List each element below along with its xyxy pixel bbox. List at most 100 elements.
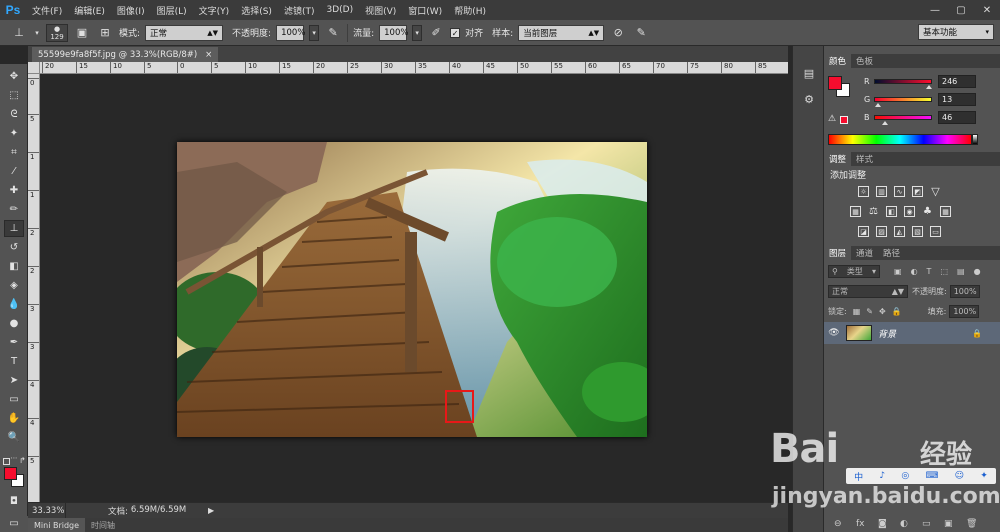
sample-select[interactable]: 当前图层 ▲▼ (518, 24, 605, 41)
menu-window[interactable]: 窗口(W) (402, 4, 448, 17)
lock-pixels-icon[interactable]: ✎ (866, 307, 873, 316)
gamut-warning-icon[interactable]: ⚠ (828, 114, 836, 124)
selective-color-icon[interactable]: ▧ (912, 226, 923, 237)
move-tool-icon[interactable]: ✥ (4, 68, 24, 85)
layer-opacity-input[interactable]: 100% (949, 284, 980, 298)
menu-3d[interactable]: 3D(D) (320, 5, 359, 15)
canvas-area[interactable] (40, 74, 788, 502)
levels-icon[interactable]: ▥ (876, 186, 887, 197)
eye-icon[interactable]: 👁 (824, 328, 844, 338)
menu-select[interactable]: 选择(S) (235, 4, 278, 17)
close-button[interactable]: ✕ (974, 0, 1000, 20)
zoom-level[interactable]: 33.33% (28, 502, 66, 519)
lock-transparency-icon[interactable]: ▦ (853, 307, 861, 316)
threshold-icon[interactable]: ◭ (894, 226, 905, 237)
brush-size-picker[interactable]: ● 129 (46, 23, 68, 42)
menu-file[interactable]: 文件(F) (26, 4, 68, 17)
layer-row-background[interactable]: 👁 背景 🔒 (824, 322, 1000, 344)
layer-mask-icon[interactable]: ◙ (878, 519, 887, 529)
blur-tool-icon[interactable]: 💧 (4, 296, 24, 313)
lasso-tool-icon[interactable]: ᘓ (4, 106, 24, 123)
brightness-icon[interactable]: ☼ (858, 186, 869, 197)
new-layer-icon[interactable]: ▣ (944, 519, 953, 529)
quick-select-tool-icon[interactable]: ✦ (4, 125, 24, 142)
fill-input[interactable]: 100% (949, 304, 980, 318)
ruler-vertical[interactable]: 0 5 1 1 2 2 3 3 4 4 5 (28, 74, 40, 502)
r-slider-thumb[interactable] (926, 84, 933, 89)
spectrum-bw-swatch[interactable] (972, 134, 978, 145)
tab-color[interactable]: 颜色 (824, 54, 852, 68)
g-slider-thumb[interactable] (874, 102, 881, 107)
b-value-input[interactable]: 46 (938, 110, 976, 124)
vibrance-icon[interactable]: ▽ (930, 185, 941, 198)
group-icon[interactable]: ▭ (922, 519, 931, 529)
b-slider[interactable] (874, 114, 932, 125)
r-slider[interactable] (874, 78, 933, 89)
menu-type[interactable]: 文字(Y) (193, 4, 236, 17)
foreground-color-swatch[interactable] (828, 76, 842, 90)
tab-layers[interactable]: 图层 (824, 246, 852, 260)
pressure-opacity-icon[interactable]: ✎ (324, 24, 342, 42)
shape-tool-icon[interactable]: ▭ (4, 391, 24, 408)
dodge-tool-icon[interactable]: ● (4, 315, 24, 332)
exposure-icon[interactable]: ◩ (912, 186, 923, 197)
swap-colors-icon[interactable]: ↱ (19, 456, 26, 465)
history-brush-tool-icon[interactable]: ↺ (4, 239, 24, 256)
path-select-tool-icon[interactable]: ➤ (4, 372, 24, 389)
pressure-size-icon[interactable]: ✎ (632, 24, 650, 42)
document-tab[interactable]: 55599e9fa8f5f.jpg @ 33.3%(RGB/8#) × (32, 47, 219, 62)
filter-adjust-icon[interactable]: ◐ (911, 267, 918, 276)
menu-view[interactable]: 视图(V) (359, 4, 402, 17)
g-slider[interactable] (874, 96, 932, 107)
posterize-icon[interactable]: ▨ (876, 226, 887, 237)
tab-styles[interactable]: 样式 (851, 152, 878, 166)
tab-channels[interactable]: 通道 (851, 246, 878, 260)
b-slider-thumb[interactable] (882, 120, 889, 125)
healing-brush-tool-icon[interactable]: ✚ (4, 182, 24, 199)
pen-tool-icon[interactable]: ✒ (4, 334, 24, 351)
brush-tool-icon[interactable]: ✏ (4, 201, 24, 218)
screen-mode-icon[interactable]: ▭ (4, 516, 24, 531)
trash-icon[interactable]: 🗑 (966, 519, 977, 529)
filter-pixel-icon[interactable]: ▣ (894, 267, 902, 276)
close-tab-icon[interactable]: × (205, 50, 212, 60)
minimize-button[interactable]: — (922, 0, 948, 20)
flow-dropdown-icon[interactable]: ▾ (412, 24, 423, 41)
document-image[interactable] (177, 142, 647, 437)
filter-shape-icon[interactable]: ⬚ (940, 267, 948, 276)
menu-image[interactable]: 图像(I) (111, 4, 151, 17)
eraser-tool-icon[interactable]: ◧ (4, 258, 24, 275)
paint-bucket-tool-icon[interactable]: ◈ (4, 277, 24, 294)
properties-panel-icon[interactable]: ⚙ (799, 90, 819, 108)
filter-toggle-icon[interactable]: ● (974, 267, 981, 276)
invert-icon[interactable]: ◪ (858, 226, 869, 237)
brush-panel-icon[interactable]: ▣ (73, 24, 91, 42)
link-layers-icon[interactable]: ⊖ (834, 519, 842, 529)
opacity-dropdown-icon[interactable]: ▾ (309, 24, 320, 41)
black-white-icon[interactable]: ◧ (886, 206, 897, 217)
hue-saturation-icon[interactable]: ▦ (850, 206, 861, 217)
blend-mode-select[interactable]: 正常 ▲▼ (828, 284, 908, 298)
maximize-button[interactable]: ▢ (948, 0, 974, 20)
type-tool-icon[interactable]: T (4, 353, 24, 370)
foreground-color-swatch[interactable] (4, 467, 17, 480)
menu-layer[interactable]: 图层(L) (151, 4, 193, 17)
quick-mask-icon[interactable]: ◘ (4, 493, 24, 510)
default-colors-icon[interactable] (3, 458, 10, 465)
menu-edit[interactable]: 编辑(E) (68, 4, 111, 17)
lock-position-icon[interactable]: ✥ (879, 307, 886, 316)
crop-tool-icon[interactable]: ⌗ (4, 144, 24, 161)
gradient-map-icon[interactable]: ▭ (930, 226, 941, 237)
tab-timeline[interactable]: 时间轴 (85, 518, 121, 532)
preset-dropdown-icon[interactable]: ▾ (33, 24, 41, 42)
tab-adjustments[interactable]: 调整 (824, 152, 852, 166)
hand-tool-icon[interactable]: ✋ (4, 410, 24, 427)
layer-fx-icon[interactable]: fx (856, 519, 865, 529)
filter-type-icon[interactable]: T (927, 267, 932, 276)
clone-stamp-preset-icon[interactable]: ⊥ (10, 24, 28, 42)
workspace-select[interactable]: 基本功能 ▾ (918, 24, 994, 40)
tab-paths[interactable]: 路径 (878, 246, 905, 260)
airbrush-icon[interactable]: ✐ (427, 24, 445, 42)
color-lookup-icon[interactable]: ▦ (940, 206, 951, 217)
lock-all-icon[interactable]: 🔒 (892, 307, 902, 316)
